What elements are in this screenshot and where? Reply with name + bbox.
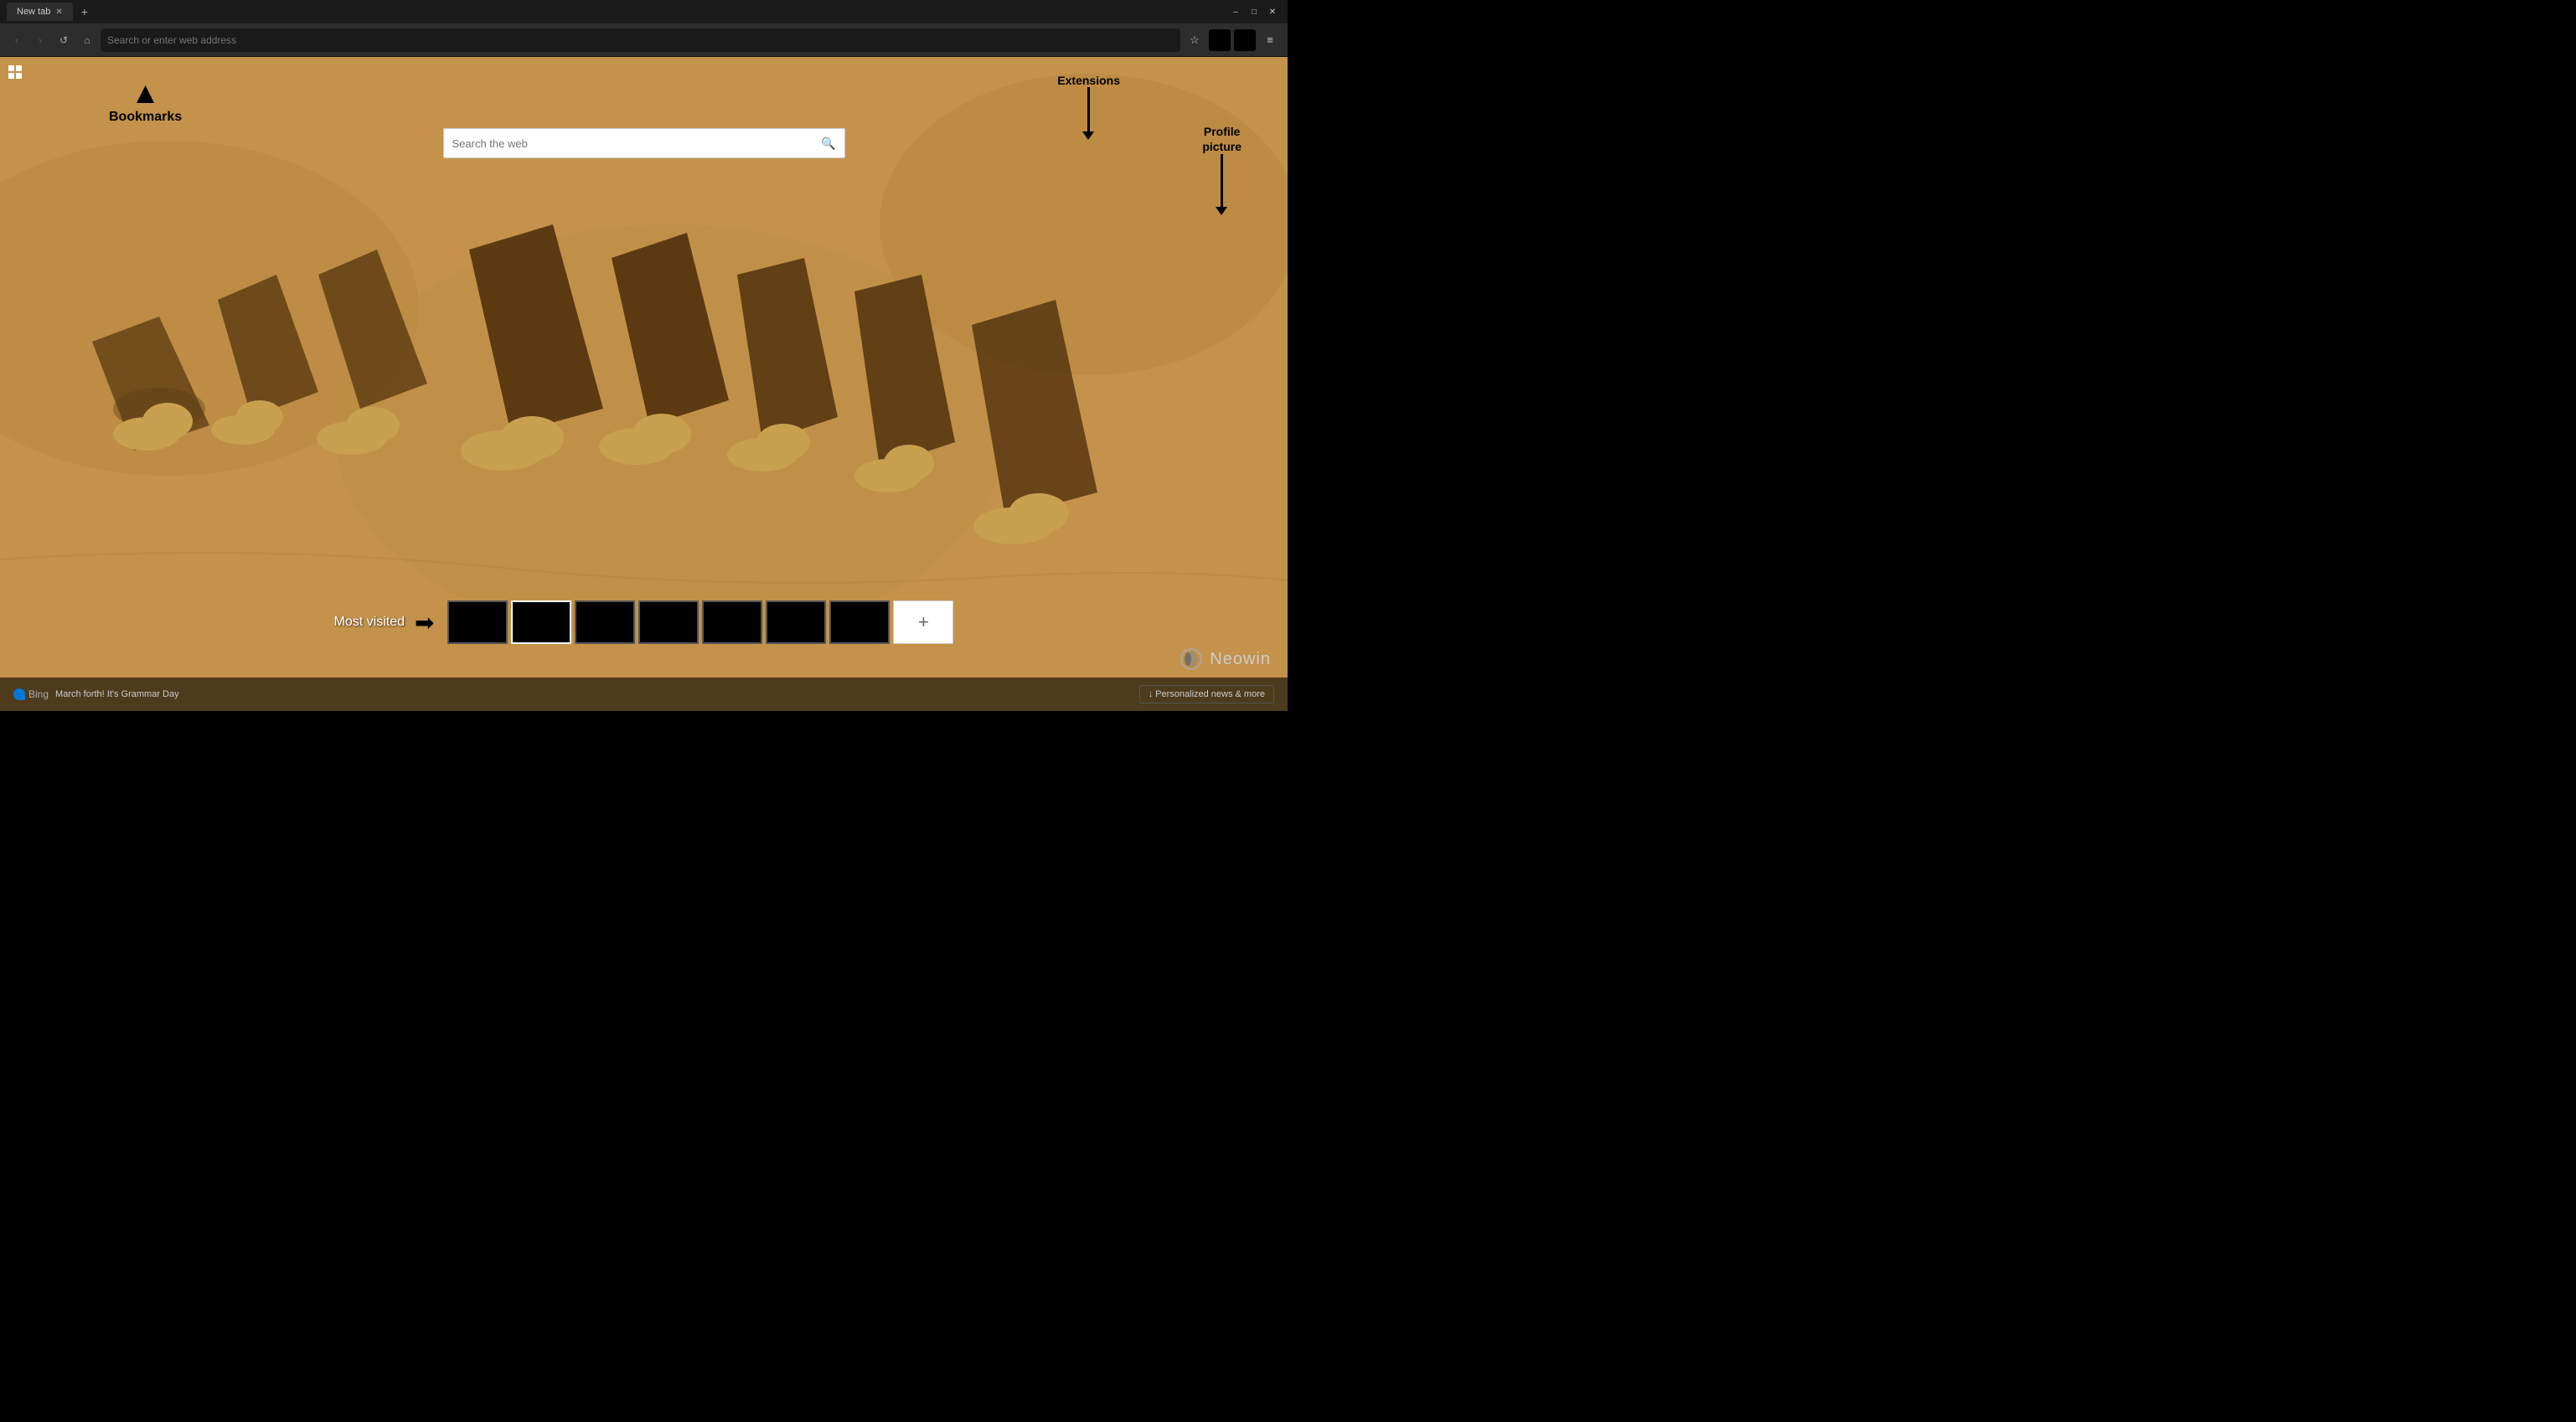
search-container: 🔍 [443, 128, 845, 158]
profile-label: Profilepicture [1202, 124, 1242, 154]
extensions-button[interactable] [1209, 29, 1231, 51]
personalized-news-button[interactable]: ↓ Personalized news & more [1139, 685, 1274, 703]
menu-button[interactable]: ≡ [1259, 29, 1281, 51]
search-input[interactable] [452, 137, 822, 150]
tab-strip: New tab ✕ + [7, 3, 93, 21]
windows-start-icon[interactable] [8, 65, 22, 79]
neowin-logo-svg [1180, 647, 1203, 671]
new-tab-page: ▲ Bookmarks Extensions Profilepicture 🔍 [0, 57, 1288, 711]
tile-add-button[interactable]: + [893, 600, 953, 644]
most-visited-label: Most visited [334, 615, 405, 630]
profile-arrow-head [1216, 207, 1227, 215]
tile-1[interactable] [447, 600, 508, 644]
profile-annotation: Profilepicture [1202, 124, 1242, 209]
back-button[interactable]: ‹ [7, 30, 27, 50]
new-tab-button[interactable]: + [76, 5, 93, 18]
bing-tagline: March forth! It's Grammar Day [55, 689, 179, 699]
bing-logo-icon [13, 688, 25, 700]
active-tab[interactable]: New tab ✕ [7, 3, 73, 21]
bing-info: Bing March forth! It's Grammar Day [13, 688, 179, 700]
title-bar: New tab ✕ + – □ ✕ [0, 0, 1288, 23]
window-controls: – □ ✕ [1227, 6, 1281, 18]
profile-arrow-line [1221, 154, 1223, 209]
most-visited-arrow: ➡ [415, 609, 434, 636]
toolbar-right: ☆ ≡ [1184, 29, 1281, 51]
bing-logo: Bing [13, 688, 49, 700]
tile-4[interactable] [638, 600, 699, 644]
profile-button[interactable] [1234, 29, 1256, 51]
minimize-button[interactable]: – [1227, 6, 1244, 18]
extensions-arrow-line [1087, 87, 1090, 133]
tile-7[interactable] [829, 600, 890, 644]
star-button[interactable]: ☆ [1184, 29, 1205, 51]
extensions-arrow-head [1082, 131, 1094, 140]
tile-6[interactable] [766, 600, 826, 644]
search-icon[interactable]: 🔍 [821, 137, 835, 151]
bookmarks-annotation: ▲ Bookmarks [109, 78, 182, 125]
personalized-news-label: ↓ Personalized news & more [1149, 689, 1265, 699]
refresh-button[interactable]: ↺ [54, 30, 74, 50]
bookmarks-arrow-icon: ▲ [131, 78, 161, 108]
tab-label: New tab [17, 7, 50, 17]
tab-close-btn[interactable]: ✕ [55, 8, 62, 17]
forward-button[interactable]: › [30, 30, 50, 50]
extensions-annotation: Extensions [1057, 74, 1120, 133]
extensions-label: Extensions [1057, 74, 1120, 87]
most-visited-tiles: + [447, 600, 953, 644]
most-visited-section: Most visited ➡ + [334, 600, 954, 644]
browser-toolbar: ‹ › ↺ ⌂ ☆ ≡ [0, 23, 1288, 57]
bottom-bar: Bing March forth! It's Grammar Day ↓ Per… [0, 678, 1288, 711]
neowin-text: Neowin [1210, 650, 1271, 669]
most-visited-label-area: Most visited ➡ [334, 609, 435, 636]
home-button[interactable]: ⌂ [77, 30, 97, 50]
tile-2[interactable] [511, 600, 571, 644]
bookmarks-label: Bookmarks [109, 110, 182, 125]
address-bar-wrapper[interactable] [101, 28, 1180, 52]
close-button[interactable]: ✕ [1264, 6, 1281, 18]
tile-3[interactable] [575, 600, 635, 644]
neowin-watermark: Neowin [1180, 647, 1271, 671]
search-box: 🔍 [443, 128, 845, 158]
tile-5[interactable] [702, 600, 762, 644]
restore-button[interactable]: □ [1246, 6, 1262, 18]
address-bar[interactable] [107, 34, 1174, 46]
bing-label: Bing [28, 688, 49, 700]
